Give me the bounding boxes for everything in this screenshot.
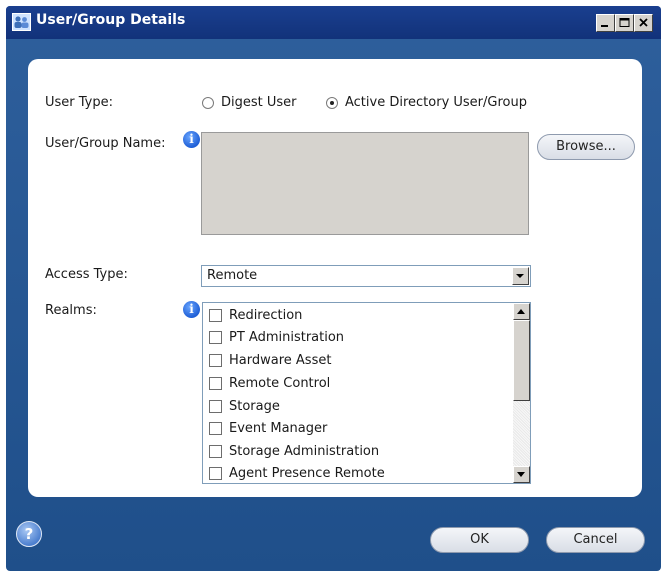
realm-label: Hardware Asset [229,352,332,368]
cancel-button[interactable]: Cancel [546,527,645,553]
realm-label: Redirection [229,307,303,323]
radio-digest-user-label: Digest User [221,95,297,110]
dialog-window: User/Group Details User Type: Digest Use… [6,6,661,571]
checkbox[interactable] [209,308,222,322]
list-item[interactable]: Remote Control [209,372,330,394]
realm-label: Event Manager [229,420,328,436]
checkbox[interactable] [209,330,222,344]
checkbox[interactable] [209,444,222,458]
ok-button[interactable]: OK [430,527,529,553]
info-icon[interactable]: i [183,301,200,318]
title-bar[interactable]: User/Group Details [6,6,661,39]
help-icon[interactable]: ? [16,521,42,547]
user-type-label: User Type: [45,95,114,110]
realm-label: Remote Control [229,375,331,391]
form-panel: User Type: Digest User Active Directory … [28,59,642,497]
realm-label: Agent Presence Remote [229,465,385,481]
realms-label: Realms: [45,303,97,318]
checkbox[interactable] [209,376,222,390]
chevron-down-icon[interactable] [512,267,529,285]
browse-button[interactable]: Browse... [537,134,635,160]
checkbox[interactable] [209,421,222,435]
maximize-button[interactable] [615,14,634,32]
access-type-value: Remote [207,268,258,283]
scroll-thumb[interactable] [513,320,530,401]
access-type-select[interactable]: Remote [201,265,531,287]
realm-label: Storage Administration [229,443,380,459]
radio-button-icon[interactable] [202,96,214,109]
list-item[interactable]: Storage [209,395,280,417]
radio-button-checked-icon[interactable] [326,96,338,109]
access-type-label: Access Type: [45,267,128,282]
list-item[interactable]: Event Manager [209,417,327,439]
checkbox[interactable] [209,399,222,413]
user-group-name-label: User/Group Name: [45,136,166,151]
realm-label: PT Administration [229,329,345,345]
scroll-down-button[interactable] [513,466,530,483]
minimize-button[interactable] [596,14,615,32]
radio-active-directory-label: Active Directory User/Group [345,95,527,110]
realm-label: Storage [229,398,280,414]
radio-active-directory[interactable]: Active Directory User/Group [326,95,527,110]
checkbox[interactable] [209,466,222,480]
scroll-up-button[interactable] [513,303,530,320]
radio-digest-user[interactable]: Digest User [202,95,297,110]
list-item[interactable]: Storage Administration [209,440,379,462]
list-item[interactable]: Redirection [209,304,302,326]
close-button[interactable] [634,14,653,32]
list-item[interactable]: Agent Presence Remote [209,462,385,483]
window-title: User/Group Details [36,12,186,28]
list-item[interactable]: Hardware Asset [209,349,331,371]
users-icon [12,13,31,31]
info-icon[interactable]: i [183,131,200,148]
window-controls [596,14,653,32]
list-item[interactable]: PT Administration [209,326,344,348]
user-group-name-field[interactable] [201,132,529,235]
checkbox[interactable] [209,353,222,367]
realms-list[interactable]: Redirection PT Administration Hardware A… [202,302,531,484]
vertical-scrollbar[interactable] [513,303,530,483]
